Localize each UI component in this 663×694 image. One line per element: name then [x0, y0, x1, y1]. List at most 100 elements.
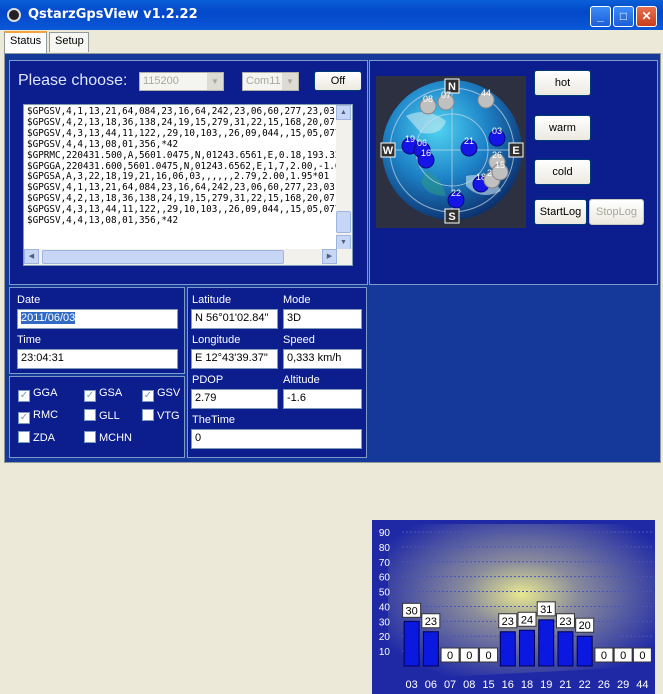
checkbox-gsv[interactable]: ✓ GSV	[142, 387, 180, 402]
maximize-button[interactable]: □	[613, 6, 634, 27]
data-label: 31	[540, 604, 552, 616]
data-label: 23	[425, 616, 437, 628]
scroll-down-icon[interactable]: ▼	[336, 235, 351, 250]
checkbox-label: GLL	[99, 410, 120, 422]
checkbox-gsa[interactable]: ✓ GSA	[84, 387, 122, 402]
hot-start-button[interactable]: hot	[534, 70, 591, 96]
time-field[interactable]: 23:04:31	[17, 349, 178, 369]
baud-rate-value: 115200	[143, 75, 179, 87]
stop-log-button[interactable]: StopLog	[589, 199, 644, 225]
checkbox-label: VTG	[157, 410, 180, 422]
tab-setup[interactable]: Setup	[49, 32, 89, 52]
data-label: 0	[466, 650, 472, 662]
com-port-select[interactable]: Com11 ▼	[242, 72, 299, 91]
tab-status[interactable]: Status	[4, 31, 47, 53]
satellite-id-label: 16	[421, 148, 431, 158]
checkbox-vtg[interactable]: VTG	[142, 409, 180, 422]
chevron-down-icon: ▼	[282, 73, 298, 90]
x-tick-label: 16	[502, 679, 514, 691]
checkbox-box[interactable]: ✓	[18, 390, 30, 402]
horizontal-scrollbar[interactable]: ◀ ▶	[24, 249, 352, 265]
date-field[interactable]: 2011/06/03	[17, 309, 178, 329]
vertical-scrollbar[interactable]: ▲ ▼	[336, 105, 352, 251]
scroll-up-icon[interactable]: ▲	[336, 105, 351, 120]
checkbox-box[interactable]	[84, 431, 96, 443]
bar-03	[403, 620, 420, 667]
checkbox-box[interactable]: ✓	[142, 390, 154, 402]
status-page: Please choose: 115200 ▼ Com11 ▼ Off $GPG…	[4, 53, 661, 694]
satellite-id-label: 21	[464, 136, 474, 146]
satellite-id-label: 26	[492, 150, 502, 160]
pdop-label: PDOP	[192, 374, 224, 386]
snr-bar-chart: 10 20 30 40 50 60 70 80 90 30 03 23 06 0 07 0 08 0 15 23 16…	[372, 520, 655, 694]
mode-field[interactable]: 3D	[283, 309, 362, 329]
scroll-left-icon[interactable]: ◀	[24, 249, 39, 264]
y-tick-label: 10	[379, 647, 391, 658]
checkbox-box[interactable]: ✓	[84, 390, 96, 402]
date-label: Date	[17, 294, 41, 306]
checkbox-label: GSV	[157, 387, 181, 399]
sky-view-graphic: NESW 19061621182203070826291544	[376, 76, 526, 228]
speed-label: Speed	[283, 334, 315, 346]
checkbox-rmc[interactable]: ✓ RMC	[18, 409, 58, 424]
bar-16	[499, 631, 516, 667]
satellite-id-label: 06	[417, 138, 427, 148]
checkbox-box[interactable]: ✓	[18, 412, 30, 424]
checkbox-gga[interactable]: ✓ GGA	[18, 387, 57, 402]
checkbox-zda[interactable]: ZDA	[18, 431, 55, 444]
x-tick-label: 44	[636, 679, 648, 691]
checkbox-box[interactable]	[84, 409, 96, 421]
latitude-label: Latitude	[192, 294, 232, 306]
data-label: 0	[601, 650, 607, 662]
data-label: 23	[559, 616, 571, 628]
altitude-field[interactable]: -1.6	[283, 389, 362, 409]
data-label: 20	[579, 620, 591, 632]
nmea-line: $GPGSV,4,4,13,08,01,356,*42	[27, 138, 179, 150]
checkbox-label: GGA	[33, 387, 58, 399]
mode-label: Mode	[283, 294, 311, 306]
checkbox-mchn[interactable]: MCHN	[84, 431, 132, 444]
y-tick-label: 70	[379, 558, 391, 569]
bar-22	[576, 635, 593, 667]
cold-start-button[interactable]: cold	[534, 159, 591, 185]
checkbox-box[interactable]	[142, 409, 154, 421]
x-tick-label: 06	[425, 679, 437, 691]
checkbox-label: ZDA	[33, 432, 55, 444]
warm-start-button[interactable]: warm	[534, 115, 591, 141]
speed-field[interactable]: 0,333 km/h	[283, 349, 362, 369]
thetime-label: TheTime	[192, 414, 235, 426]
data-label: 0	[447, 650, 453, 662]
nmea-line: $GPRMC,220431.500,A,5601.0475,N,01243.65…	[27, 149, 337, 161]
thetime-field[interactable]: 0	[191, 429, 362, 449]
y-tick-label: 30	[379, 617, 391, 628]
satellite-id-label: 22	[451, 188, 461, 198]
bar-18	[519, 629, 535, 667]
minimize-button[interactable]: _	[590, 6, 611, 27]
latitude-field[interactable]: N 56°01'02.84"	[191, 309, 278, 329]
close-button[interactable]: ✕	[636, 6, 657, 27]
pdop-field[interactable]: 2.79	[191, 389, 278, 409]
com-port-value: Com11	[246, 75, 281, 87]
x-tick-label: 19	[540, 679, 552, 691]
chevron-down-icon: ▼	[207, 73, 223, 90]
x-tick-label: 03	[405, 679, 417, 691]
baud-rate-select[interactable]: 115200 ▼	[139, 72, 224, 91]
vertical-scroll-thumb[interactable]	[336, 211, 351, 233]
nmea-filter-panel: ✓ GGA ✓ GSA ✓ GSV ✓ RMC GLL VTG ZDA MCHN	[9, 376, 185, 458]
data-label: 30	[405, 605, 417, 617]
horizontal-scroll-thumb[interactable]	[42, 250, 284, 264]
scroll-right-icon[interactable]: ▶	[322, 249, 337, 264]
data-label: 24	[521, 614, 533, 626]
nmea-line: $GPGSV,4,4,13,08,01,356,*42	[27, 215, 179, 227]
off-button[interactable]: Off	[314, 71, 362, 91]
checkbox-box[interactable]	[18, 431, 30, 443]
bar-21	[557, 631, 574, 667]
longitude-field[interactable]: E 12°43'39.37"	[191, 349, 278, 369]
data-label: 0	[485, 650, 491, 662]
please-choose-label: Please choose:	[18, 72, 128, 89]
nmea-output-box[interactable]: $GPGSV,4,1,13,21,64,084,23,16,64,242,23,…	[23, 104, 353, 266]
x-tick-label: 21	[559, 679, 571, 691]
start-log-button[interactable]: StartLog	[534, 199, 587, 225]
checkbox-gll[interactable]: GLL	[84, 409, 120, 422]
date-value: 2011/06/03	[21, 312, 76, 324]
